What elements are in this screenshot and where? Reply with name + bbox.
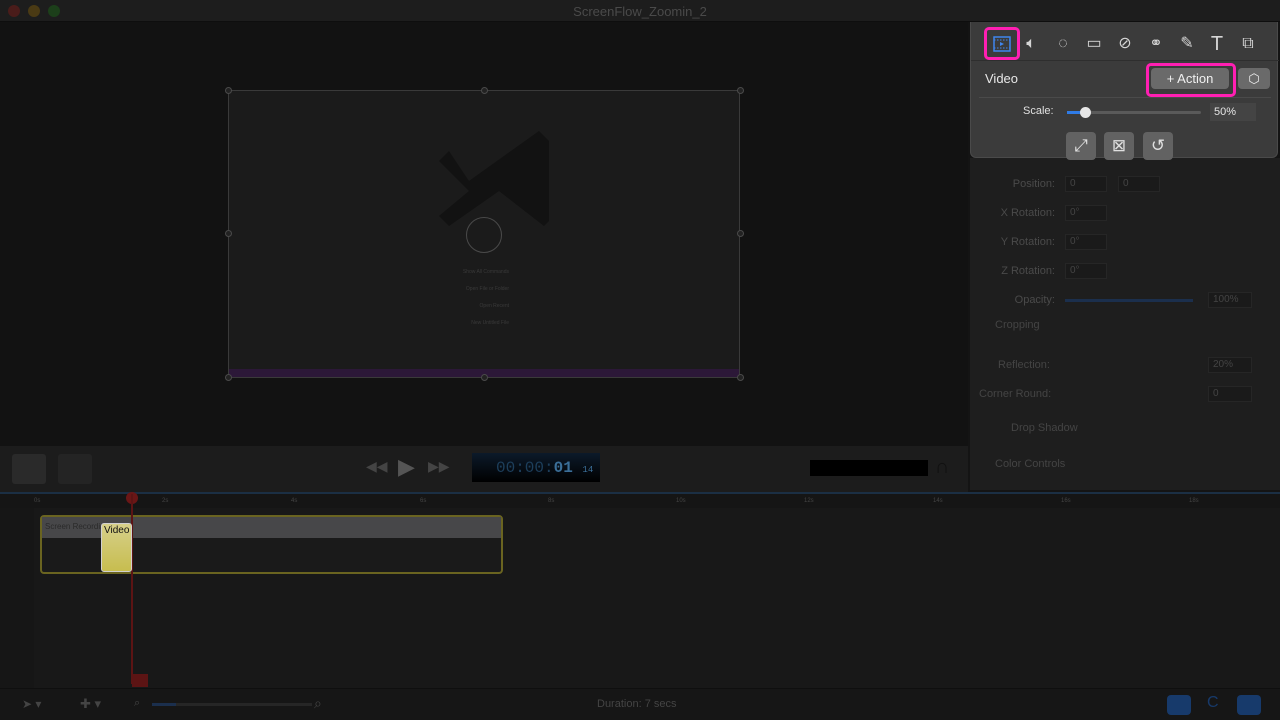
film-icon	[993, 36, 1011, 52]
fast-forward-icon[interactable]: ▶▶	[428, 458, 450, 475]
window-title: ScreenFlow_Zoomin_2	[573, 4, 707, 19]
reflection-field[interactable]: 20%	[1208, 357, 1252, 373]
timecode-display: 00:00:01 14	[472, 453, 600, 482]
position-y-field[interactable]: 0	[1118, 176, 1160, 192]
resize-handle[interactable]	[225, 87, 232, 94]
scale-field[interactable]: 50%	[1210, 103, 1256, 121]
opacity-field[interactable]: 100%	[1208, 292, 1252, 308]
ruler-tick: 12s	[804, 498, 814, 504]
reflection-label: Reflection:	[998, 359, 1050, 371]
scale-slider[interactable]	[1067, 107, 1201, 118]
ruler-tick: 0s	[34, 498, 41, 504]
z-rotation-label: Z Rotation:	[1001, 265, 1055, 277]
headphones-icon[interactable]: ∩	[935, 456, 949, 479]
inspector-panel: Position: 0 0 X Rotation: 0° Y Rotation:…	[970, 158, 1280, 490]
timecode-frames: 14	[582, 465, 594, 475]
crop-button[interactable]	[58, 454, 92, 484]
x-rotation-label: X Rotation:	[1000, 207, 1055, 219]
audio-meter	[810, 460, 928, 476]
annotations-tab[interactable]: ⚭	[1142, 32, 1170, 56]
welcome-item: Open Recent	[479, 303, 509, 309]
video-properties-popover: 🔈︎ ◌ ▭ ⊘ ⚭ ✎ T ⧉ Video + Action ⬡ Scale:…	[970, 22, 1279, 160]
section-title: Video	[985, 71, 1019, 86]
opacity-slider[interactable]	[1065, 299, 1193, 302]
ruler-tick: 4s	[291, 498, 298, 504]
media-library-tab[interactable]: ⧉	[1234, 32, 1262, 56]
welcome-item: New Untitled File	[471, 320, 509, 326]
playhead[interactable]	[131, 494, 133, 684]
ruler-tick: 6s	[420, 498, 427, 504]
corner-round-field[interactable]: 0	[1208, 386, 1252, 402]
zoom-in-icon[interactable]: ⌕	[314, 695, 322, 712]
y-rotation-label: Y Rotation:	[1000, 236, 1055, 248]
ruler-tick: 10s	[676, 498, 686, 504]
ripple-icon[interactable]: C	[1207, 694, 1219, 712]
resize-handle[interactable]	[481, 87, 488, 94]
ruler-tick: 18s	[1189, 498, 1199, 504]
resize-handle[interactable]	[225, 374, 232, 381]
link-button[interactable]	[1237, 695, 1261, 715]
pen-tab[interactable]: ✎	[1173, 32, 1201, 56]
pointer-tool-icon[interactable]: ➤ ▾	[22, 697, 41, 711]
resize-handle[interactable]	[481, 374, 488, 381]
track-headers	[0, 508, 34, 688]
position-label: Position:	[1012, 178, 1055, 190]
resize-handle[interactable]	[737, 230, 744, 237]
add-action-button[interactable]: + Action	[1151, 68, 1229, 89]
video-motion-tab[interactable]: ◌	[1049, 32, 1077, 56]
cropping-section[interactable]: Cropping	[995, 319, 1040, 331]
y-rotation-field[interactable]: 0°	[1065, 234, 1107, 250]
resize-handle[interactable]	[225, 230, 232, 237]
ruler-tick: 8s	[548, 498, 555, 504]
scale-label: Scale:	[1023, 105, 1054, 117]
play-icon[interactable]: ▶	[398, 454, 415, 480]
title-bar: ScreenFlow_Zoomin_2	[0, 0, 1280, 22]
ruler-tick: 16s	[1061, 498, 1071, 504]
x-rotation-field[interactable]: 0°	[1065, 205, 1107, 221]
ruler-tick: 14s	[933, 498, 943, 504]
rotation-handle[interactable]	[466, 217, 502, 253]
duration-label: Duration: 7 secs	[597, 698, 677, 710]
reset-button[interactable]: ↺	[1143, 132, 1173, 160]
timeline-ruler[interactable]: 0s 2s 4s 6s 8s 10s 12s 14s 16s 18s	[0, 492, 1280, 508]
resize-handle[interactable]	[737, 374, 744, 381]
fill-canvas-button[interactable]: ⊠	[1104, 132, 1134, 160]
timecode-prefix: 00:00:	[496, 459, 554, 477]
text-tab[interactable]: T	[1203, 32, 1231, 56]
z-rotation-field[interactable]: 0°	[1065, 263, 1107, 279]
video-preview[interactable]: Show All Commands Open File or Folder Op…	[228, 90, 740, 378]
video-action-marker[interactable]: Video	[101, 523, 132, 572]
resize-handle[interactable]	[737, 87, 744, 94]
welcome-item: Open File or Folder	[465, 286, 509, 292]
divider	[979, 97, 1271, 98]
rewind-icon[interactable]: ◀◀	[366, 458, 388, 475]
callout-tab[interactable]: ⊘	[1111, 32, 1139, 56]
footer-bar: ➤ ▾ ✚ ▾ ⌕ ⌕ Duration: 7 secs C	[0, 688, 1280, 720]
audio-tab[interactable]: 🔈︎	[1017, 32, 1045, 56]
welcome-item: Show All Commands	[462, 269, 509, 275]
color-controls-section[interactable]: Color Controls	[995, 458, 1065, 470]
ruler-tick: 2s	[162, 498, 169, 504]
drop-shadow-section[interactable]: Drop Shadow	[1011, 422, 1078, 434]
video-properties-tab[interactable]	[984, 27, 1020, 60]
fit-to-canvas-button[interactable]: ⤢	[1066, 132, 1096, 160]
layout-button[interactable]	[12, 454, 46, 484]
opacity-label: Opacity:	[1014, 294, 1055, 306]
zoom-out-icon[interactable]: ⌕	[134, 697, 140, 710]
divider	[971, 60, 1279, 61]
timeline-zoom-slider[interactable]	[152, 703, 312, 706]
corner-round-label: Corner Round:	[979, 388, 1052, 400]
position-x-field[interactable]: 0	[1065, 176, 1107, 192]
scale-slider-thumb[interactable]	[1080, 107, 1091, 118]
playhead-end-marker[interactable]	[132, 674, 148, 687]
3d-cube-button[interactable]: ⬡	[1238, 68, 1270, 89]
add-marker-icon[interactable]: ✚ ▾	[80, 696, 101, 712]
screen-recording-tab[interactable]: ▭	[1080, 32, 1108, 56]
timecode-seconds: 01	[553, 459, 573, 477]
snap-button[interactable]	[1167, 695, 1191, 715]
